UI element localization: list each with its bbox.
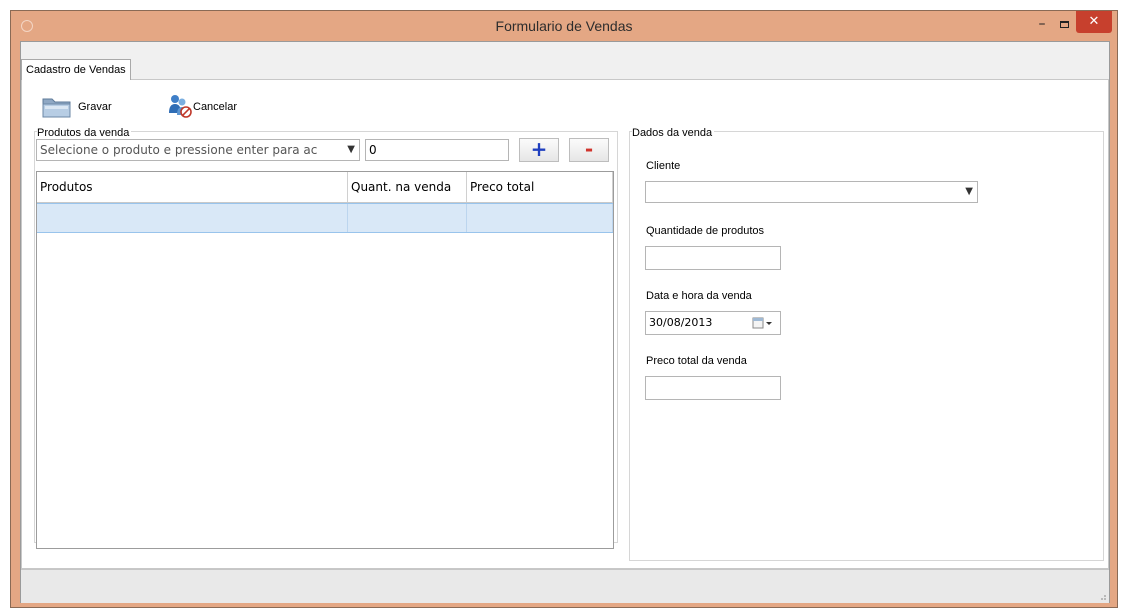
- product-combo[interactable]: Selecione o produto e pressione enter pa…: [36, 139, 360, 161]
- table-cell[interactable]: [467, 204, 613, 232]
- grid-header: Produtos Quant. na venda Preco total: [37, 172, 613, 203]
- close-icon: ✕: [1088, 14, 1100, 29]
- column-header-preco-total[interactable]: Preco total: [467, 172, 613, 202]
- table-cell[interactable]: [348, 204, 467, 232]
- chevron-down-icon: ▼: [965, 186, 973, 197]
- close-button[interactable]: ✕: [1076, 11, 1112, 33]
- title-bar[interactable]: Formulario de Vendas – ✕: [11, 11, 1117, 41]
- table-row[interactable]: [37, 203, 613, 233]
- tab-page: Gravar Cancelar Produtos da venda Seleci…: [21, 79, 1109, 569]
- products-grid[interactable]: Produtos Quant. na venda Preco total: [36, 171, 614, 549]
- produtos-group-label: Produtos da venda: [37, 127, 132, 139]
- calendar-dropdown-icon[interactable]: [752, 317, 774, 329]
- tab-cadastro-de-vendas[interactable]: Cadastro de Vendas: [21, 59, 131, 80]
- dados-group-label: Dados da venda: [632, 127, 715, 139]
- preco-input[interactable]: [645, 376, 781, 400]
- quantidade-label: Quantidade de produtos: [646, 225, 765, 237]
- minimize-icon: –: [1038, 16, 1046, 32]
- users-cancel-icon: [169, 95, 192, 118]
- column-header-quantidade[interactable]: Quant. na venda: [348, 172, 467, 202]
- table-cell[interactable]: [37, 204, 348, 232]
- product-combo-text: Selecione o produto e pressione enter pa…: [40, 143, 318, 157]
- cancel-button[interactable]: Cancelar: [167, 93, 267, 121]
- window-title: Formulario de Vendas: [495, 18, 633, 34]
- column-header-produtos[interactable]: Produtos: [37, 172, 348, 202]
- remove-product-button[interactable]: -: [569, 138, 609, 162]
- cliente-combo[interactable]: ▼: [645, 181, 978, 203]
- quantity-input[interactable]: 0: [365, 139, 509, 161]
- folder-icon: [42, 98, 71, 118]
- save-button-label: Gravar: [78, 101, 112, 113]
- add-product-button[interactable]: +: [519, 138, 559, 162]
- plus-icon: +: [530, 137, 548, 161]
- preco-label: Preco total da venda: [646, 355, 747, 367]
- cancel-button-label: Cancelar: [193, 101, 238, 113]
- save-button[interactable]: Gravar: [42, 93, 142, 121]
- date-picker[interactable]: 30/08/2013: [645, 311, 781, 335]
- main-window: Formulario de Vendas – ✕ Cadastro de Ven…: [10, 10, 1118, 608]
- chevron-down-icon: ▼: [347, 144, 355, 155]
- quantidade-input[interactable]: [645, 246, 781, 270]
- maximize-button[interactable]: [1054, 17, 1076, 35]
- window-client-area: Cadastro de Vendas Gravar Cancelar Produ…: [20, 41, 1110, 603]
- data-label: Data e hora da venda: [646, 290, 752, 302]
- date-value: 30/08/2013: [649, 316, 713, 329]
- status-bar: [21, 569, 1109, 603]
- minus-icon: -: [584, 137, 594, 161]
- resize-grip-icon[interactable]: [1097, 591, 1107, 601]
- minimize-button[interactable]: –: [1031, 17, 1053, 35]
- maximize-icon: [1060, 21, 1069, 28]
- cliente-label: Cliente: [646, 160, 681, 172]
